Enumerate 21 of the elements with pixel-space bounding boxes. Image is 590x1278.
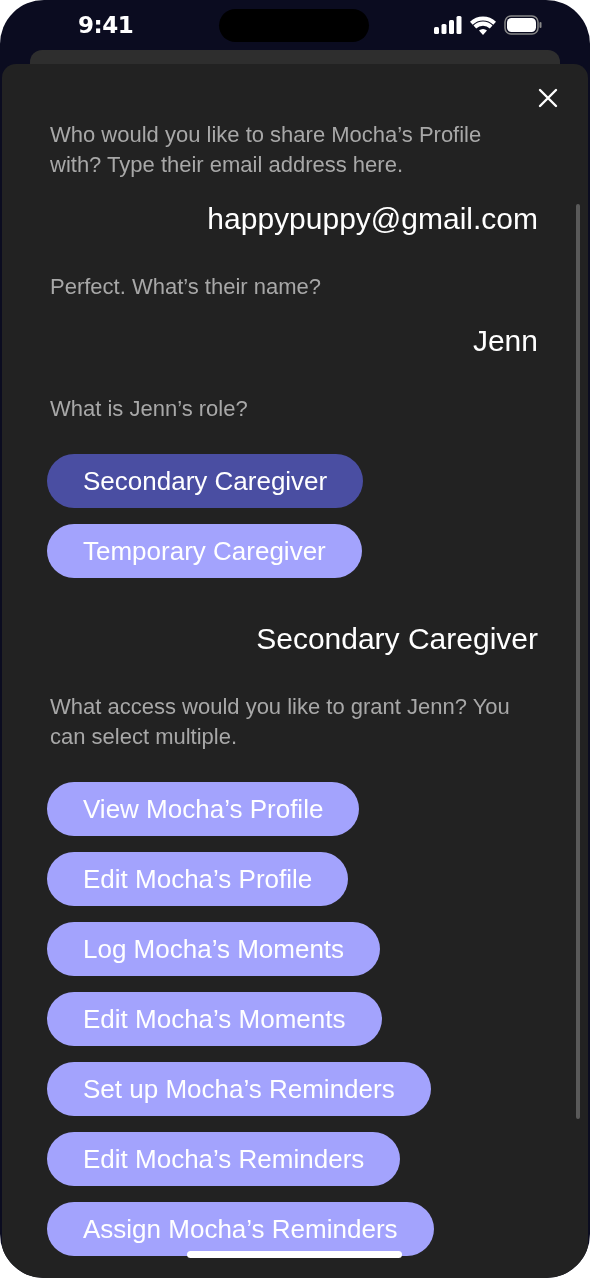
option-chip[interactable]: Edit Mocha’s Moments — [47, 992, 382, 1046]
battery-icon — [504, 15, 542, 35]
option-chip[interactable]: Edit Mocha’s Reminders — [47, 1132, 401, 1186]
option-chip[interactable]: Temporary Caregiver — [47, 524, 362, 578]
answer-text: Secondary Caregiver — [255, 622, 538, 656]
question-text: What is Jenn’s role? — [50, 395, 249, 423]
option-chip[interactable]: Secondary Caregiver — [47, 454, 364, 508]
status-time: 9:41 — [78, 12, 134, 38]
option-chip[interactable]: Log Mocha’s Moments — [47, 922, 381, 976]
option-chip[interactable]: Assign Mocha’s Reminders — [47, 1202, 434, 1256]
signal-icon — [434, 16, 462, 34]
option-chip[interactable]: Edit Mocha’s Profile — [47, 852, 349, 906]
question-text: Perfect. What’s their name? — [50, 273, 323, 301]
wifi-icon — [470, 15, 496, 35]
option-chip[interactable]: View Mocha’s Profile — [47, 782, 360, 836]
option-chip[interactable]: Set up Mocha’s Reminders — [47, 1062, 431, 1116]
question-text: Who would you like to share Mocha’s Profile with? Type their email address here. — [50, 121, 483, 179]
question-text: What access would you like to grant Jenn? You can select multiple. — [50, 693, 511, 751]
answer-text: Jenn — [471, 324, 538, 358]
close-button[interactable] — [536, 86, 560, 110]
answer-text: happypuppy@gmail.com — [206, 202, 538, 236]
